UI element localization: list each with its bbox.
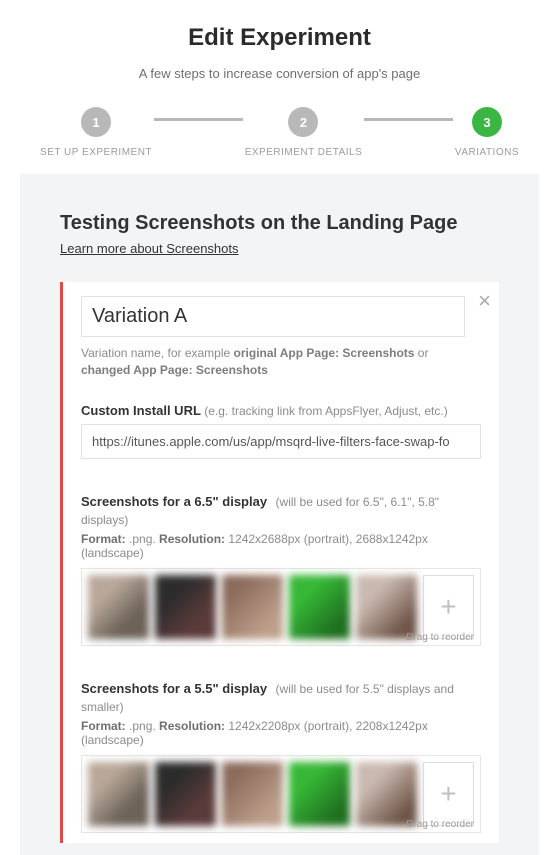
screenshots-65-format: Format: .png. Resolution: 1242x2688px (p… <box>81 532 481 560</box>
screenshots-65-title: Screenshots for a 6.5" display <box>81 494 267 509</box>
step-3-circle[interactable]: 3 <box>472 107 502 137</box>
variation-name-hint: Variation name, for example original App… <box>81 345 481 379</box>
step-connector <box>154 118 243 121</box>
custom-url-input[interactable] <box>81 424 481 459</box>
section-title: Testing Screenshots on the Landing Page <box>60 212 499 235</box>
step-1-label: SET UP EXPERIMENT <box>40 147 152 158</box>
screenshot-thumb[interactable] <box>88 762 149 826</box>
screenshots-55-container: + Drag to reorder <box>81 755 481 833</box>
drag-reorder-label: Drag to reorder <box>406 632 474 643</box>
screenshots-55-title: Screenshots for a 5.5" display <box>81 681 267 696</box>
screenshots-65-block: Screenshots for a 6.5" display (will be … <box>81 493 481 646</box>
screenshot-thumb[interactable] <box>356 575 417 639</box>
screenshots-65-container: + Drag to reorder <box>81 568 481 646</box>
add-screenshot-button[interactable]: + <box>423 762 474 826</box>
step-1-circle[interactable]: 1 <box>81 107 111 137</box>
progress-stepper: 1 SET UP EXPERIMENT 2 EXPERIMENT DETAILS… <box>0 107 559 158</box>
content-panel: Testing Screenshots on the Landing Page … <box>20 174 539 855</box>
page-subtitle: A few steps to increase conversion of ap… <box>0 66 559 81</box>
variation-card: × Variation name, for example original A… <box>60 282 499 843</box>
drag-reorder-label: Drag to reorder <box>406 819 474 830</box>
close-icon[interactable]: × <box>478 290 491 312</box>
screenshots-55-format: Format: .png. Resolution: 1242x2208px (p… <box>81 719 481 747</box>
screenshot-thumb[interactable] <box>289 575 350 639</box>
screenshot-thumb[interactable] <box>88 575 149 639</box>
screenshot-thumb[interactable] <box>356 762 417 826</box>
step-2-label: EXPERIMENT DETAILS <box>245 147 363 158</box>
custom-url-label: Custom Install URL (e.g. tracking link f… <box>81 403 481 418</box>
learn-more-link[interactable]: Learn more about Screenshots <box>60 241 239 256</box>
screenshot-thumb[interactable] <box>222 762 283 826</box>
page-title: Edit Experiment <box>0 24 559 52</box>
step-2-circle[interactable]: 2 <box>288 107 318 137</box>
screenshot-thumb[interactable] <box>155 762 216 826</box>
step-3-label: VARIATIONS <box>455 147 519 158</box>
add-screenshot-button[interactable]: + <box>423 575 474 639</box>
screenshots-55-block: Screenshots for a 5.5" display (will be … <box>81 680 481 833</box>
step-connector <box>364 118 453 121</box>
variation-name-input[interactable] <box>81 296 465 337</box>
screenshot-thumb[interactable] <box>155 575 216 639</box>
screenshot-thumb[interactable] <box>289 762 350 826</box>
screenshot-thumb[interactable] <box>222 575 283 639</box>
